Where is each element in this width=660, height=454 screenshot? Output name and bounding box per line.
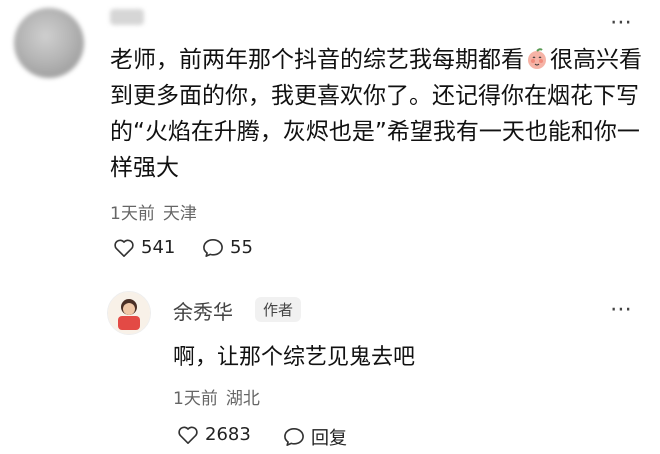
reply-like-button[interactable]: 2683 bbox=[177, 424, 251, 445]
chat-bubble-icon bbox=[284, 428, 304, 446]
chat-bubble-icon bbox=[203, 238, 223, 257]
reply-label: 回复 bbox=[311, 428, 347, 449]
heart-outline-icon bbox=[114, 239, 134, 257]
comment-location: 天津 bbox=[162, 204, 197, 224]
reply-author-name[interactable]: 余秀华 bbox=[173, 296, 233, 325]
reply-more-dots-icon[interactable]: ⋯ bbox=[610, 299, 633, 321]
reply-body: 啊，让那个综艺见鬼去吧 bbox=[173, 345, 416, 370]
like-button[interactable]: 541 bbox=[113, 237, 175, 258]
peach-blush-emoji-icon bbox=[526, 45, 548, 69]
reply-time: 1天前 bbox=[173, 389, 218, 409]
heart-outline-icon bbox=[178, 426, 198, 444]
like-count: 541 bbox=[141, 237, 176, 258]
comment-meta: 1天前 天津 bbox=[110, 199, 205, 224]
reply-like-count: 2683 bbox=[205, 424, 251, 445]
reply-meta: 1天前 湖北 bbox=[173, 384, 268, 409]
commenter-avatar[interactable] bbox=[14, 8, 84, 78]
reply-button[interactable]: 回复 bbox=[283, 424, 347, 450]
more-dots-icon[interactable]: ⋯ bbox=[610, 12, 633, 34]
reply-location: 湖北 bbox=[225, 389, 260, 409]
commenter-username-blurred[interactable] bbox=[110, 9, 144, 25]
comment-time: 1天前 bbox=[110, 204, 155, 224]
reply-count-button[interactable]: 55 bbox=[202, 237, 253, 258]
reply-count: 55 bbox=[230, 237, 253, 258]
author-badge: 作者 bbox=[255, 297, 302, 322]
comment-body: 老师，前两年那个抖音的综艺我每期都看 很高兴看到更多面的你，我更喜欢你了。还记得… bbox=[110, 42, 645, 186]
reply-author-avatar[interactable] bbox=[107, 291, 151, 335]
comment-text-part-1: 老师，前两年那个抖音的综艺我每期都看 bbox=[110, 47, 524, 73]
